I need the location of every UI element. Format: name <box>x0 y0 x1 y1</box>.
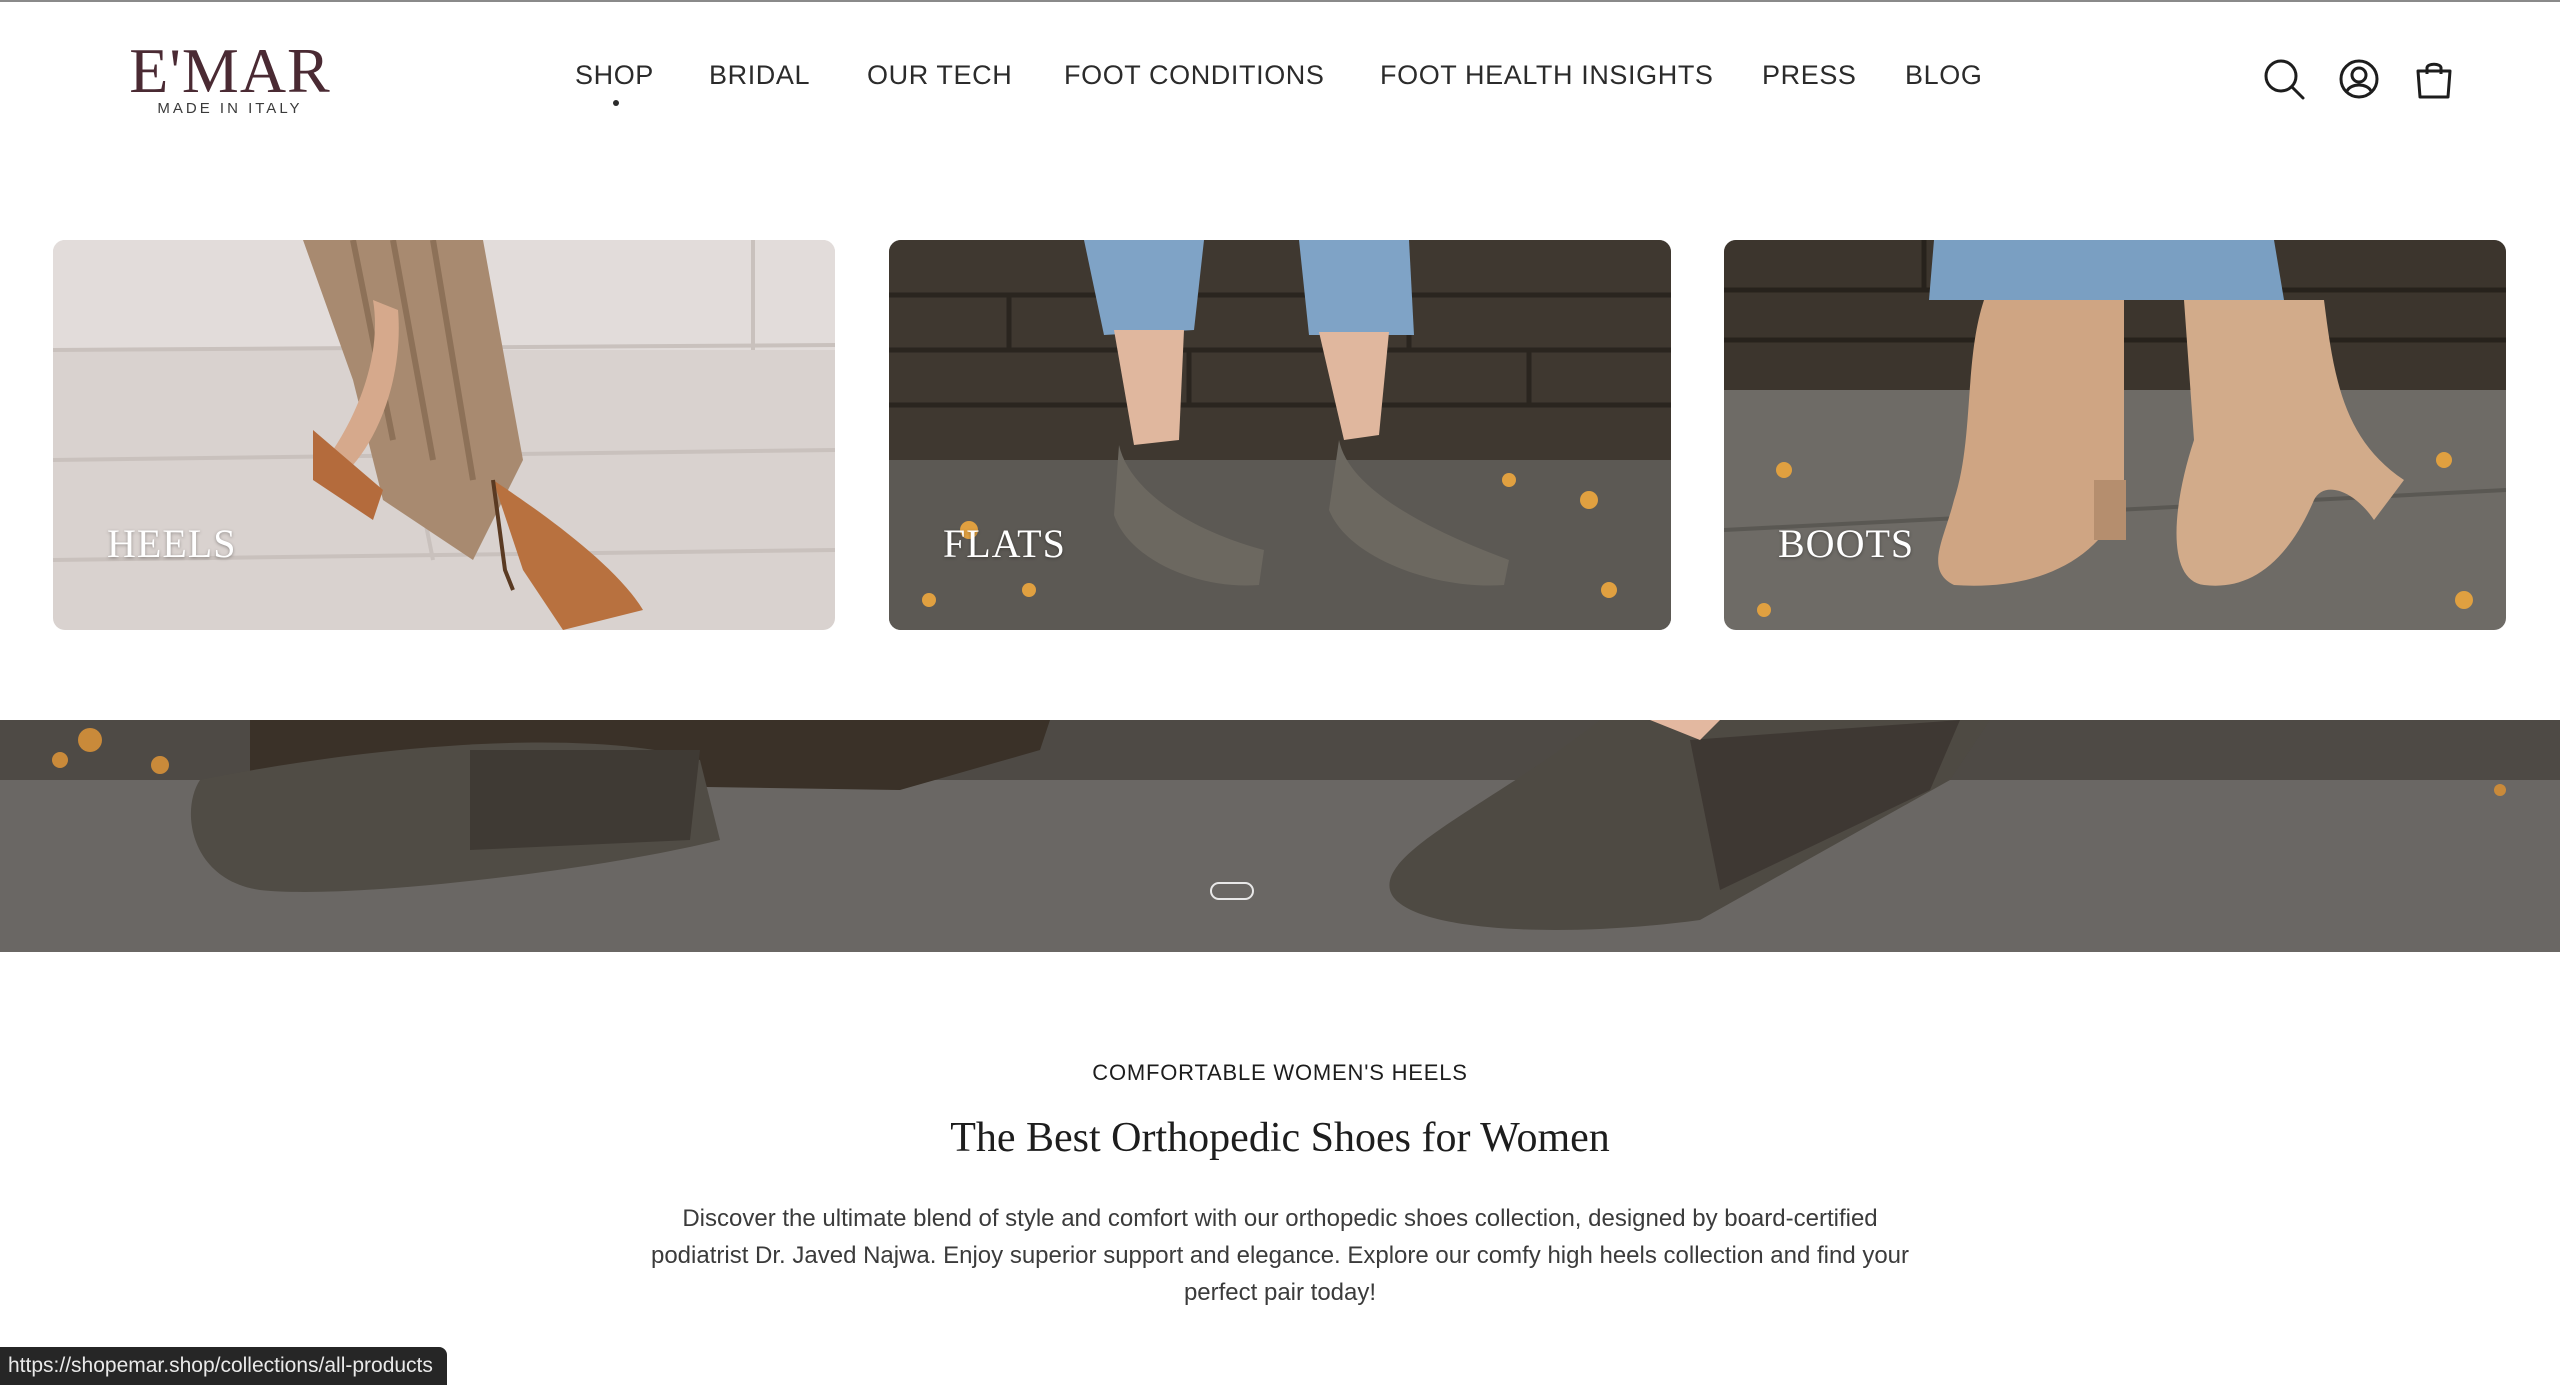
section-eyebrow: COMFORTABLE WOMEN'S HEELS <box>1092 1060 1468 1085</box>
boots-photo <box>1724 240 2506 630</box>
section-title: The Best Orthopedic Shoes for Women <box>950 1115 1610 1161</box>
link-status-bar: https://shopemar.shop/collections/all-pr… <box>0 1347 447 1385</box>
site-header: E'MAR MADE IN ITALY SHOP BRIDAL OUR TECH… <box>0 2 2560 152</box>
nav-item-our-tech[interactable]: OUR TECH <box>867 60 1012 91</box>
nav-item-blog[interactable]: BLOG <box>1905 60 1982 91</box>
hero-banner <box>0 720 2560 952</box>
nav-item-foot-health-insights[interactable]: FOOT HEALTH INSIGHTS <box>1380 60 1714 91</box>
category-card-flats[interactable]: FLATS <box>889 240 1671 630</box>
nav-item-foot-conditions[interactable]: FOOT CONDITIONS <box>1064 60 1325 91</box>
logo-wordmark: E'MAR <box>129 35 331 106</box>
category-label-boots: BOOTS <box>1778 521 1915 566</box>
category-card-boots[interactable]: BOOTS <box>1724 240 2506 630</box>
category-label-heels: HEELS <box>107 521 237 566</box>
nav-item-shop[interactable]: SHOP <box>575 60 654 91</box>
brand-logo[interactable]: E'MAR MADE IN ITALY <box>118 38 342 122</box>
category-card-heels[interactable]: HEELS <box>53 240 835 630</box>
carousel-indicator[interactable] <box>1210 882 1254 900</box>
heels-photo <box>53 240 835 630</box>
flats-photo <box>889 240 1671 630</box>
section-description: Discover the ultimate blend of style and… <box>650 1205 1910 1306</box>
nav-item-bridal[interactable]: BRIDAL <box>709 60 810 91</box>
cart-icon[interactable] <box>2412 57 2456 101</box>
nav-item-press[interactable]: PRESS <box>1762 60 1857 91</box>
account-icon[interactable] <box>2337 57 2381 101</box>
search-icon[interactable] <box>2262 57 2306 101</box>
logo-tagline: MADE IN ITALY <box>157 100 303 117</box>
category-label-flats: FLATS <box>943 521 1066 566</box>
active-nav-indicator <box>613 100 619 106</box>
banner-photo <box>0 720 2560 952</box>
